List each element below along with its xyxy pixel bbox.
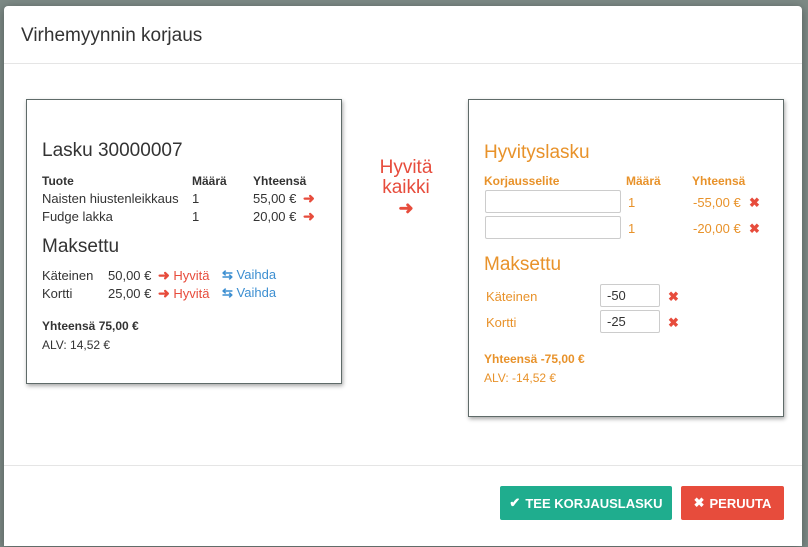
credit-payment-amount-input[interactable] (600, 310, 660, 333)
column-header-total: Yhteensä (253, 174, 307, 188)
credit-row-qty: 1 (628, 195, 636, 210)
refund-row-arrow-icon[interactable]: ➜ (303, 190, 315, 207)
invoice-title: Lasku 30000007 (42, 140, 183, 161)
paid-title: Maksettu (42, 236, 120, 257)
swap-payment-link[interactable]: ⇆ Vaihda (222, 267, 276, 283)
payment-method: Käteinen (42, 268, 94, 283)
arrow-right-icon: ➜ (398, 198, 414, 218)
modal-header: Virhemyynnin korjaus (4, 6, 802, 64)
modal-title: Virhemyynnin korjaus (21, 25, 203, 46)
credit-payment-method: Kortti (486, 315, 517, 330)
swap-arrows-icon: ⇆ (222, 285, 233, 300)
column-header-reason: Korjausselite (484, 174, 560, 188)
credit-row-total: -20,00 € (693, 221, 741, 236)
remove-payment-icon[interactable]: ✖ (668, 315, 679, 331)
credit-vat: ALV: -14,52 € (484, 371, 557, 385)
invoice-row-product: Naisten hiustenleikkaus (42, 191, 179, 206)
payment-amount: 50,00 € (108, 268, 152, 283)
swap-payment-link[interactable]: ⇆ Vaihda (222, 285, 276, 301)
invoice-sum: Yhteensä 75,00 € (42, 319, 139, 333)
remove-row-icon[interactable]: ✖ (749, 221, 760, 237)
invoice-vat: ALV: 14,52 € (42, 338, 111, 352)
invoice-row-total: 20,00 € (253, 209, 297, 224)
credit-sum: Yhteensä -75,00 € (484, 352, 585, 366)
invoice-row-total: 55,00 € (253, 191, 297, 206)
invoice-row-product: Fudge lakka (42, 209, 113, 224)
column-header-qty: Määrä (626, 174, 661, 188)
column-header-product: Tuote (42, 174, 74, 188)
payment-method: Kortti (42, 286, 73, 301)
refund-row-arrow-icon[interactable]: ➜ (303, 208, 315, 225)
refund-all-link[interactable]: Hyvitä kaikki ➜ (376, 157, 436, 219)
invoice-row-qty: 1 (192, 209, 200, 224)
create-correction-invoice-button[interactable]: ✔ TEE KORJAUSLASKU (500, 486, 672, 520)
refund-all-line1: Hyvitä (379, 157, 433, 178)
column-header-qty: Määrä (192, 174, 227, 188)
credit-row-total: -55,00 € (693, 195, 741, 210)
credit-paid-title: Maksettu (484, 254, 562, 275)
remove-row-icon[interactable]: ✖ (749, 195, 760, 211)
arrow-right-icon: ➜ (158, 267, 170, 283)
swap-arrows-icon: ⇆ (222, 267, 233, 282)
remove-payment-icon[interactable]: ✖ (668, 289, 679, 305)
correction-reason-input[interactable] (485, 216, 621, 239)
payment-amount: 25,00 € (108, 286, 152, 301)
refund-payment-link[interactable]: ➜ Hyvitä (158, 285, 209, 302)
credit-invoice-card: Hyvityslasku Korjausselite Määrä Yhteens… (468, 99, 784, 417)
refund-all-line2: kaikki (382, 177, 430, 198)
original-invoice-card: Lasku 30000007 Tuote Määrä Yhteensä Nais… (26, 99, 342, 384)
close-icon: ✖ (693, 495, 705, 510)
invoice-row-qty: 1 (192, 191, 200, 206)
credit-title: Hyvityslasku (484, 142, 590, 163)
correction-reason-input[interactable] (485, 190, 621, 213)
arrow-right-icon: ➜ (158, 285, 170, 301)
column-header-total: Yhteensä (692, 174, 746, 188)
refund-payment-link[interactable]: ➜ Hyvitä (158, 267, 209, 284)
correction-modal: Virhemyynnin korjaus Lasku 30000007 Tuot… (4, 6, 802, 546)
check-icon: ✔ (509, 495, 521, 510)
credit-row-qty: 1 (628, 221, 636, 236)
cancel-button[interactable]: ✖ PERUUTA (681, 486, 784, 520)
credit-payment-amount-input[interactable] (600, 284, 660, 307)
credit-payment-method: Käteinen (486, 289, 538, 304)
